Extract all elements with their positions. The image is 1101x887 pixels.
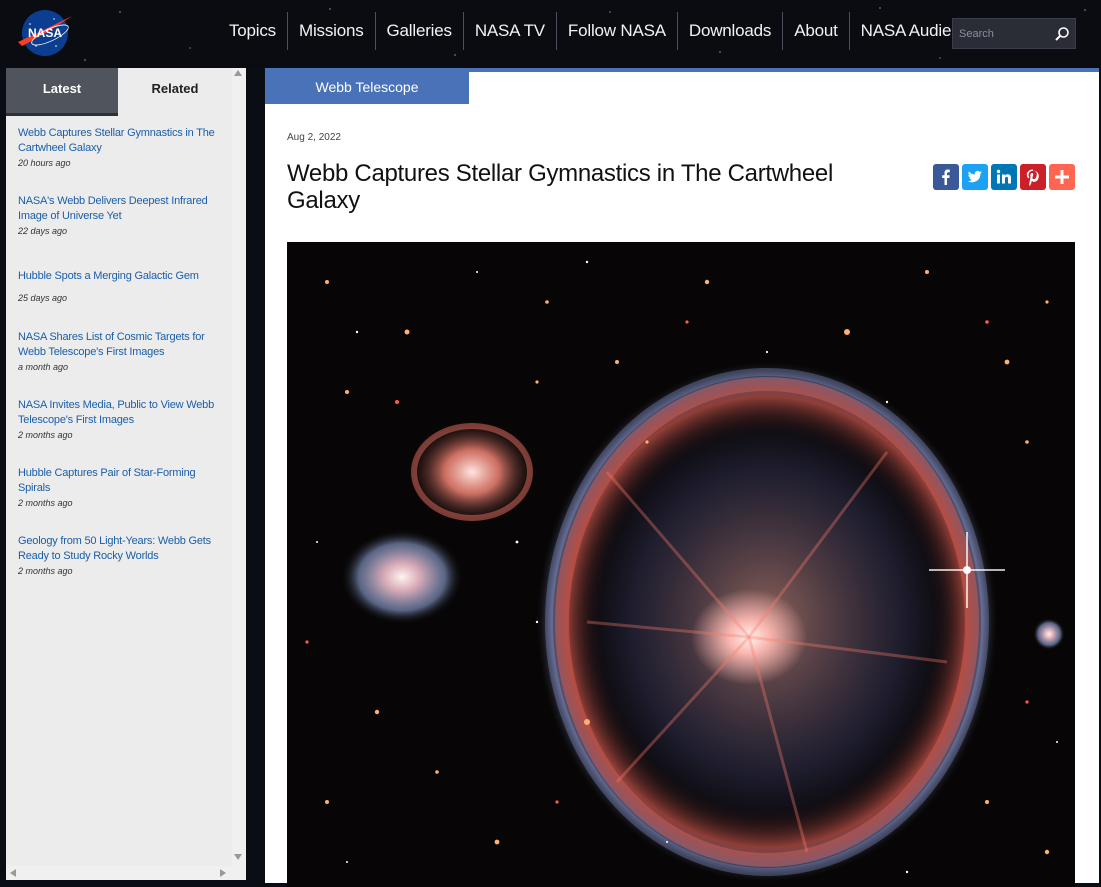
news-title-link[interactable]: NASA Shares List of Cosmic Targets for W… [18, 330, 228, 360]
category-tab[interactable]: Webb Telescope [265, 72, 469, 104]
linkedin-icon [996, 169, 1011, 184]
news-title-link[interactable]: Webb Captures Stellar Gymnastics in The … [18, 126, 228, 156]
magnifier-icon[interactable] [1054, 26, 1070, 42]
facebook-icon [942, 169, 950, 185]
list-item: Hubble Captures Pair of Star-Forming Spi… [18, 466, 228, 510]
main-nav: Topics Missions Galleries NASA TV Follow… [218, 12, 997, 50]
news-sidebar: Latest Related Webb Captures Stellar Gym… [6, 68, 232, 880]
pinterest-icon [1026, 169, 1039, 186]
article-panel: Webb Telescope Aug 2, 2022 Webb Captures… [265, 68, 1099, 887]
news-timestamp: 20 hours ago [18, 158, 71, 168]
scroll-down-arrow-icon[interactable] [234, 854, 242, 860]
list-item: NASA Invites Media, Public to View Webb … [18, 398, 228, 442]
share-buttons [933, 164, 1075, 190]
nav-topics[interactable]: Topics [218, 12, 288, 50]
list-item: Webb Captures Stellar Gymnastics in The … [18, 126, 228, 170]
cartwheel-galaxy-image[interactable] [287, 242, 1075, 887]
list-item: Geology from 50 Light-Years: Webb Gets R… [18, 534, 228, 578]
twitter-icon [967, 170, 982, 183]
tab-related[interactable]: Related [118, 68, 232, 116]
article-title: Webb Captures Stellar Gymnastics in The … [287, 160, 833, 214]
news-timestamp: 2 months ago [18, 566, 73, 576]
news-timestamp: 22 days ago [18, 226, 68, 236]
search-box [952, 18, 1076, 49]
top-navigation-bar: NASA Topics Missions Galleries NASA TV F… [0, 0, 1101, 68]
article-date: Aug 2, 2022 [287, 132, 341, 143]
list-item: NASA's Webb Delivers Deepest Infrared Im… [18, 194, 228, 238]
news-timestamp: a month ago [18, 362, 69, 372]
news-title-link[interactable]: NASA's Webb Delivers Deepest Infrared Im… [18, 194, 228, 224]
sidebar-vertical-scrollbar[interactable] [232, 68, 246, 880]
nav-downloads[interactable]: Downloads [678, 12, 784, 50]
twitter-share-button[interactable] [962, 164, 988, 190]
panel-divider [253, 68, 265, 883]
nav-follow-nasa[interactable]: Follow NASA [557, 12, 678, 50]
news-timestamp: 2 months ago [18, 498, 73, 508]
news-timestamp: 25 days ago [18, 293, 68, 303]
news-timestamp: 2 months ago [18, 430, 73, 440]
nav-missions[interactable]: Missions [288, 12, 376, 50]
news-title-link[interactable]: NASA Invites Media, Public to View Webb … [18, 398, 228, 428]
facebook-share-button[interactable] [933, 164, 959, 190]
scroll-left-arrow-icon[interactable] [10, 869, 16, 877]
sidebar-tabs: Latest Related [6, 68, 232, 116]
more-share-button[interactable] [1049, 164, 1075, 190]
nav-galleries[interactable]: Galleries [376, 12, 464, 50]
linkedin-share-button[interactable] [991, 164, 1017, 190]
news-title-link[interactable]: Hubble Captures Pair of Star-Forming Spi… [18, 466, 228, 496]
news-title-link[interactable]: Hubble Spots a Merging Galactic Gem [18, 269, 228, 284]
list-item: NASA Shares List of Cosmic Targets for W… [18, 330, 228, 374]
nav-nasa-tv[interactable]: NASA TV [464, 12, 557, 50]
logo-text: NASA [28, 26, 62, 40]
news-title-link[interactable]: Geology from 50 Light-Years: Webb Gets R… [18, 534, 228, 564]
list-item: Hubble Spots a Merging Galactic Gem 25 d… [18, 269, 228, 305]
sidebar-horizontal-scrollbar[interactable] [6, 866, 232, 880]
search-input[interactable] [953, 19, 1055, 48]
scroll-right-arrow-icon[interactable] [220, 869, 226, 877]
pinterest-share-button[interactable] [1020, 164, 1046, 190]
nasa-logo[interactable]: NASA [16, 8, 74, 58]
scroll-up-arrow-icon[interactable] [234, 70, 242, 76]
tab-latest[interactable]: Latest [6, 68, 118, 116]
nav-about[interactable]: About [783, 12, 850, 50]
plus-icon [1055, 170, 1069, 184]
